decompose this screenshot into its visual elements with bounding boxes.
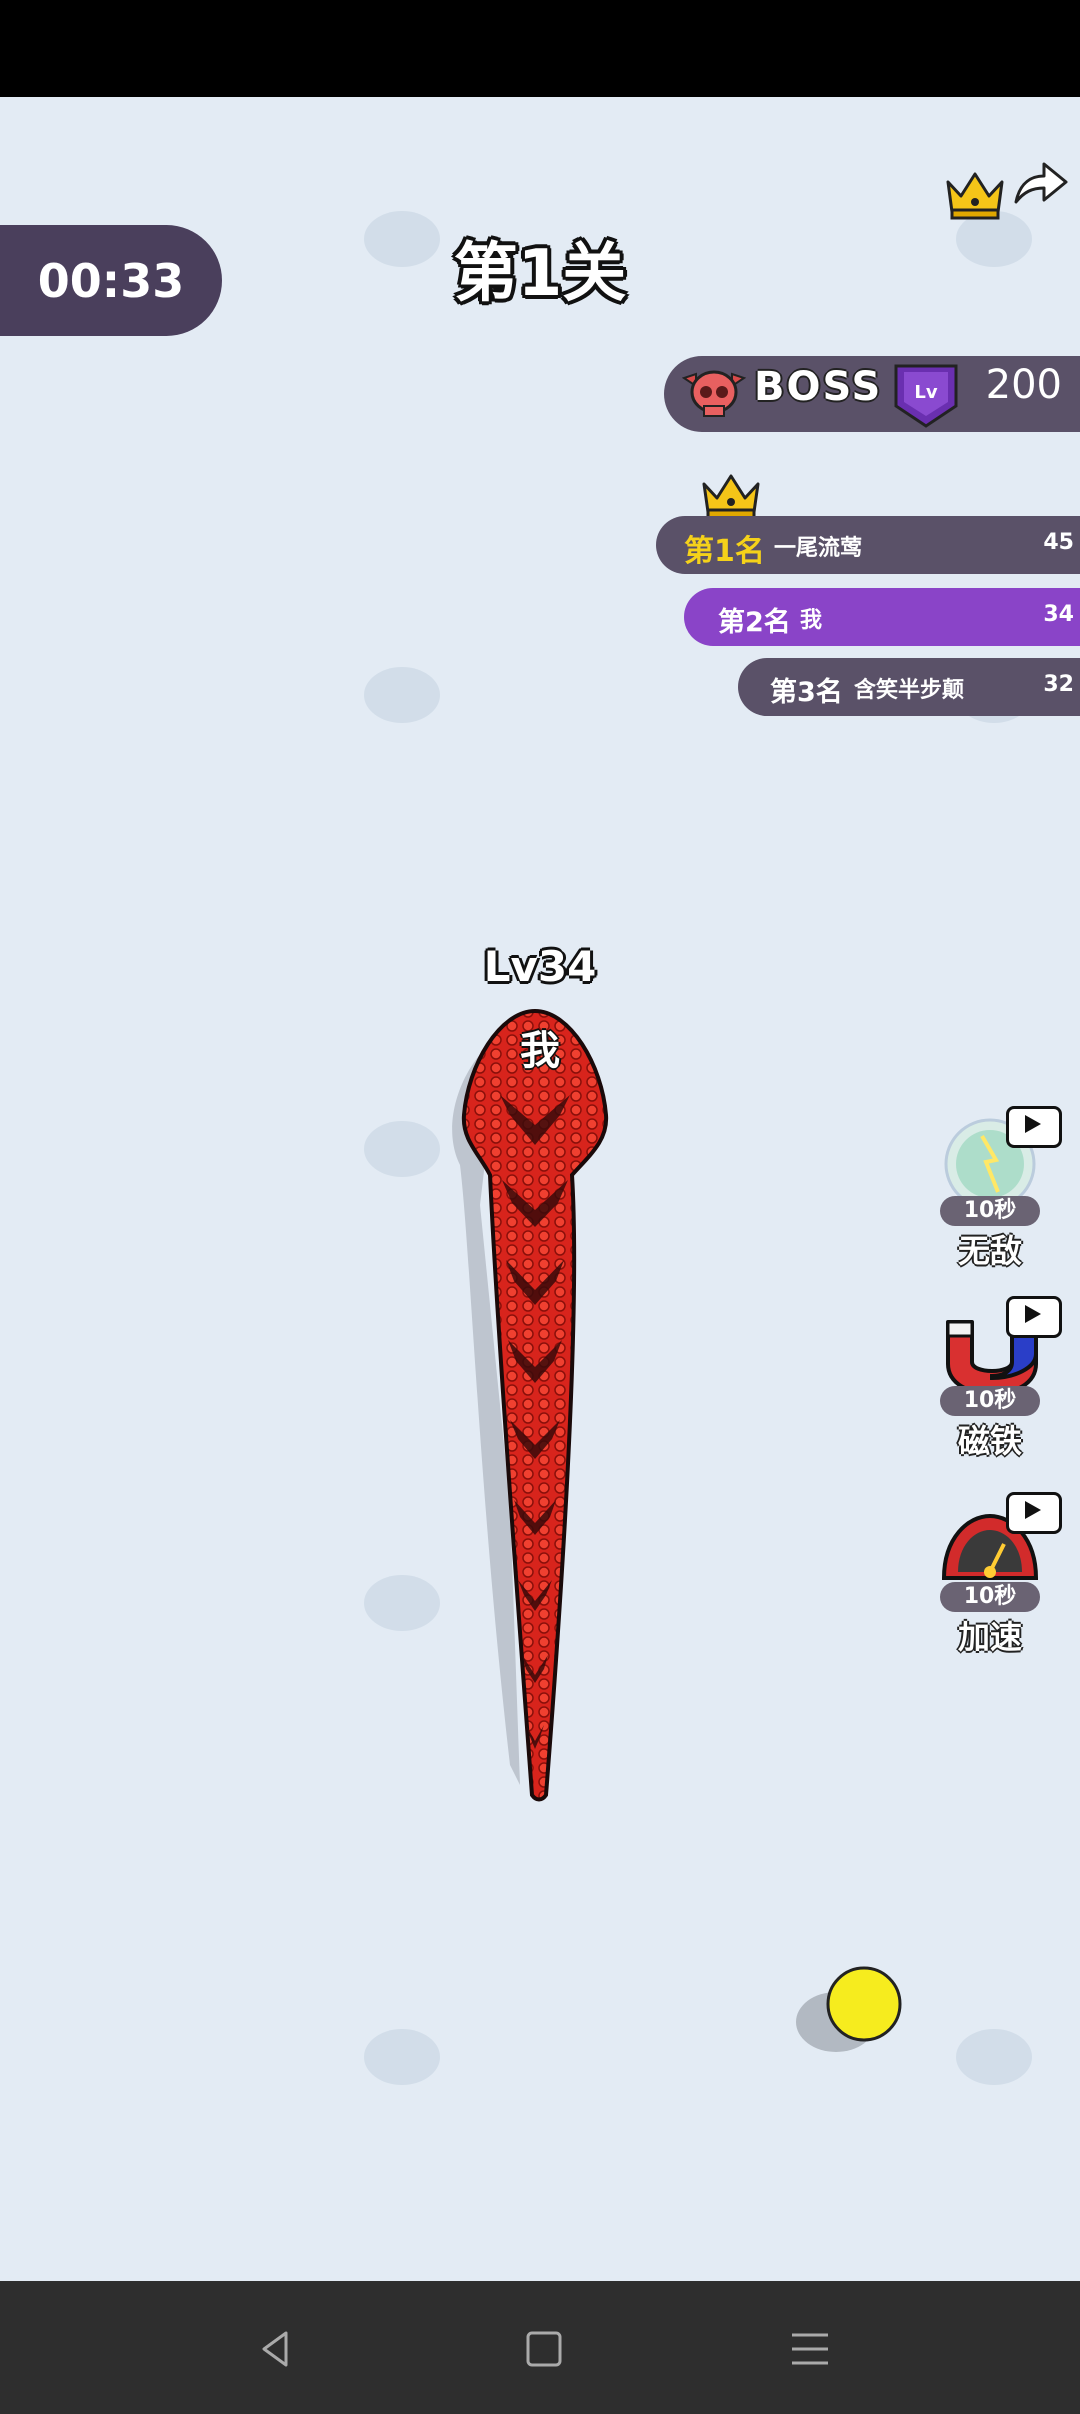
powerup-label: 磁铁 — [957, 1422, 1022, 1460]
ground-spot — [364, 1575, 440, 1631]
back-icon — [262, 2331, 288, 2367]
ground-spot — [364, 1121, 440, 1177]
video-ad-icon — [1006, 1492, 1062, 1534]
ground-spot — [364, 2029, 440, 2085]
recents-button[interactable] — [772, 2311, 848, 2387]
rank-label: 第2名 — [718, 607, 791, 638]
leaderboard-row-2: 第2名 我 34 — [684, 588, 1080, 646]
video-ad-icon — [1006, 1106, 1062, 1148]
powerup-magnet[interactable]: 10秒 磁铁 — [936, 1296, 1062, 1460]
ground-spot — [956, 2029, 1032, 2085]
menu-icon — [792, 2333, 828, 2365]
boss-panel: BOSS Lv 200 — [664, 356, 1080, 432]
powerup-duration: 10秒 — [940, 1196, 1040, 1226]
player-name-label: 我 — [520, 1028, 560, 1074]
powerup-duration: 10秒 — [940, 1582, 1040, 1612]
leader-crown-icon — [702, 474, 760, 520]
player-score: 32 — [1043, 672, 1074, 697]
powerup-speed[interactable]: 10秒 加速 — [936, 1492, 1062, 1656]
leaderboard-row-1: 第1名 一尾流莺 45 — [656, 516, 1080, 574]
boss-value: 200 — [985, 362, 1062, 408]
level-badge-icon: Lv — [894, 364, 958, 428]
player-snake — [452, 1008, 609, 1802]
back-button[interactable] — [238, 2311, 314, 2387]
player-score: 34 — [1043, 602, 1074, 627]
player-level-label: Lv34 — [483, 942, 597, 991]
ground-spot — [364, 667, 440, 723]
rank-label: 第1名 — [684, 534, 765, 569]
level-title: 第1关 — [453, 237, 627, 311]
player-name: 一尾流莺 — [774, 536, 863, 561]
powerup-duration: 10秒 — [940, 1386, 1040, 1416]
boss-label: BOSS — [754, 364, 883, 410]
rank-label: 第3名 — [770, 677, 843, 708]
player-name: 含笑半步颠 — [854, 678, 965, 703]
system-nav-bar — [0, 2281, 1080, 2414]
crown-icon[interactable] — [944, 168, 1006, 220]
status-bar — [0, 0, 1080, 97]
countdown-timer: 00:33 — [0, 225, 222, 336]
powerup-label: 无敌 — [957, 1232, 1022, 1270]
leaderboard-row-3: 第3名 含笑半步颠 32 — [738, 658, 1080, 716]
share-icon[interactable] — [1012, 158, 1070, 208]
powerup-label: 加速 — [957, 1618, 1022, 1656]
player-score: 45 — [1043, 530, 1074, 555]
home-button[interactable] — [506, 2311, 582, 2387]
food-pellet — [796, 1966, 902, 2052]
level-badge-text: Lv — [914, 382, 937, 403]
video-ad-icon — [1006, 1296, 1062, 1338]
powerup-invincible[interactable]: 10秒 无敌 — [936, 1106, 1062, 1270]
player-name: 我 — [800, 608, 823, 633]
home-icon — [526, 2331, 562, 2367]
skull-icon — [682, 370, 746, 417]
